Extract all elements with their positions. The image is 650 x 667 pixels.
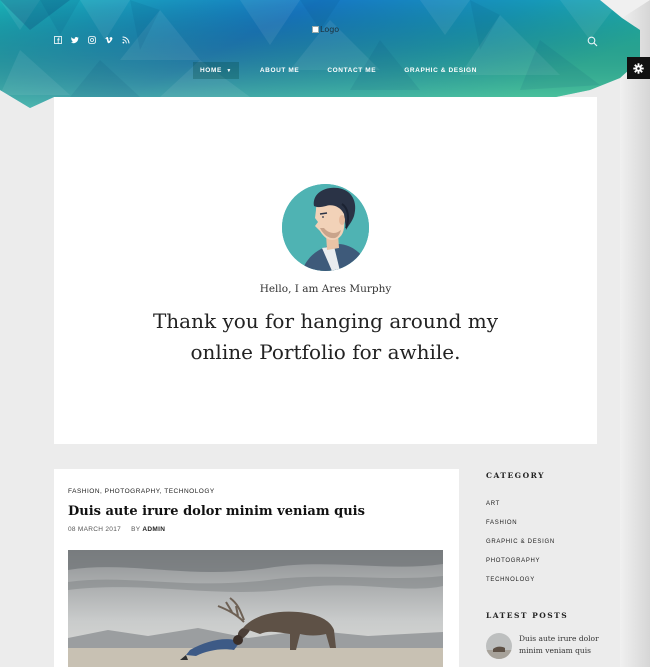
rss-icon[interactable] <box>121 35 130 44</box>
chevron-down-icon: ▼ <box>226 68 232 74</box>
intro-tagline: Thank you for hanging around my online P… <box>54 306 597 368</box>
latest-post-thumbnail <box>486 633 512 659</box>
nav-item-contact-me[interactable]: CONTACT ME <box>320 62 383 79</box>
post-title[interactable]: Duis aute irure dolor minim veniam quis <box>68 504 365 519</box>
post-featured-image[interactable] <box>68 550 443 667</box>
nav-item-home[interactable]: HOME ▼ <box>193 62 239 79</box>
intro-card: Hello, I am Ares Murphy Thank you for ha… <box>54 97 597 444</box>
intro-greeting: Hello, I am Ares Murphy <box>259 283 392 295</box>
vimeo-icon[interactable] <box>104 35 113 44</box>
twitter-icon[interactable] <box>70 35 79 44</box>
social-links <box>53 35 130 44</box>
category-item-photography[interactable]: PHOTOGRAPHY <box>486 558 555 577</box>
logo-alt-text: Logo <box>320 25 340 34</box>
facebook-icon[interactable] <box>53 35 62 44</box>
avatar <box>282 184 369 271</box>
settings-gear-button[interactable] <box>627 57 650 79</box>
header-pattern <box>0 0 650 108</box>
category-item-technology[interactable]: TECHNOLOGY <box>486 577 555 596</box>
gear-icon <box>633 62 644 74</box>
main-nav: HOME ▼ ABOUT ME CONTACT ME GRAPHIC & DES… <box>193 62 484 79</box>
post-date: 08 MARCH 2017 <box>68 526 122 533</box>
nav-item-graphic-design[interactable]: GRAPHIC & DESIGN <box>397 62 484 79</box>
tagline-line-2: online Portfolio for awhile. <box>190 340 461 364</box>
post-categories[interactable]: FASHION, PHOTOGRAPHY, TECHNOLOGY <box>68 488 215 495</box>
post-meta: 08 MARCH 2017 BY ADMIN <box>68 526 165 533</box>
tagline-line-1: Thank you for hanging around my <box>152 309 499 333</box>
post-card: FASHION, PHOTOGRAPHY, TECHNOLOGY Duis au… <box>54 469 459 667</box>
category-item-fashion[interactable]: FASHION <box>486 520 555 539</box>
nav-item-label: HOME <box>200 67 222 74</box>
latest-post-title: Duis aute irure dolor minim veniam quis <box>519 634 599 655</box>
site-logo[interactable]: Logo <box>312 25 339 34</box>
category-item-art[interactable]: ART <box>486 501 555 520</box>
category-list: ART FASHION GRAPHIC & DESIGN PHOTOGRAPHY… <box>486 501 555 596</box>
latest-posts-widget-title: LATEST POSTS <box>486 611 569 620</box>
instagram-icon[interactable] <box>87 35 96 44</box>
search-icon[interactable] <box>587 36 598 47</box>
latest-post-item[interactable]: Duis aute irure dolor minim veniam quis <box>486 633 599 659</box>
site-header: Logo HOME ▼ ABOUT ME CONTACT ME GRAPHIC … <box>0 0 650 108</box>
category-item-graphic-design[interactable]: GRAPHIC & DESIGN <box>486 539 555 558</box>
category-widget-title: CATEGORY <box>486 471 545 480</box>
broken-image-icon <box>312 26 319 33</box>
post-by-label: BY <box>131 526 141 533</box>
post-author[interactable]: ADMIN <box>142 526 165 533</box>
nav-item-about-me[interactable]: ABOUT ME <box>253 62 306 79</box>
